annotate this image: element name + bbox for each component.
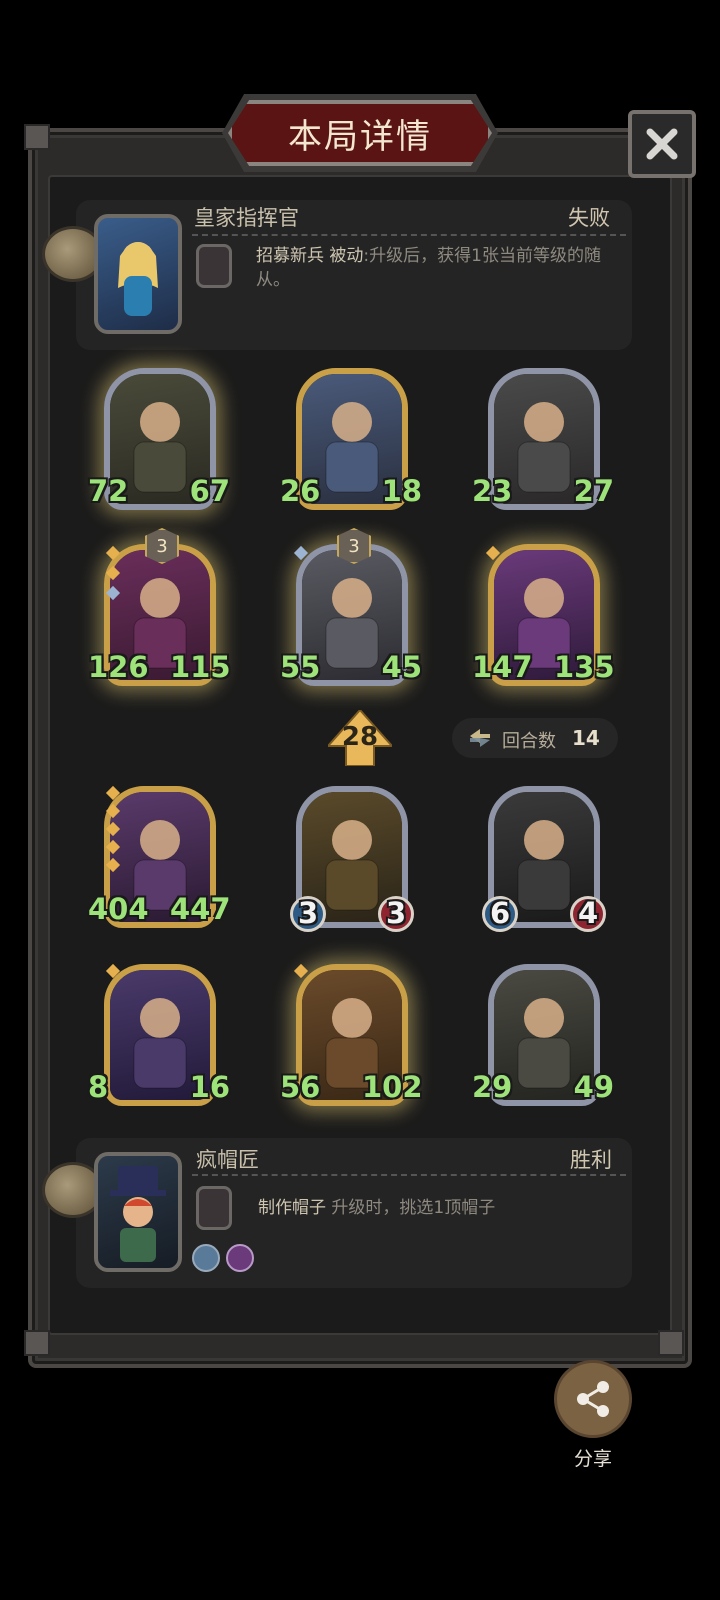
attack-value: 404 <box>88 892 149 926</box>
tier-value: 28 <box>341 722 379 752</box>
health-value: 67 <box>189 474 230 508</box>
health-value: 16 <box>189 1070 230 1104</box>
title-plate: 本局详情 <box>228 100 492 166</box>
health-value: 102 <box>362 1070 423 1104</box>
close-icon <box>646 128 678 160</box>
player-name: 疯帽匠 <box>196 1148 259 1172</box>
health-value: 447 <box>170 892 231 926</box>
share-label: 分享 <box>573 1448 612 1470</box>
frame-corner <box>24 124 50 150</box>
health-value: 4 <box>578 896 599 930</box>
sword-buff-icon[interactable] <box>192 1244 220 1272</box>
attack-value: 26 <box>280 474 321 508</box>
trophy-buff-icon[interactable] <box>226 1244 254 1272</box>
frame-corner <box>658 1330 684 1356</box>
attack-value: 6 <box>490 896 511 930</box>
swap-icon <box>470 729 490 747</box>
attack-value: 3 <box>298 896 319 930</box>
attack-value: 23 <box>472 474 513 508</box>
health-value: 27 <box>573 474 614 508</box>
divider <box>192 234 626 236</box>
player-result: 胜利 <box>570 1148 612 1172</box>
health-value: 3 <box>386 896 407 930</box>
ability-card-icon <box>196 1186 232 1230</box>
share-button[interactable] <box>554 1360 632 1438</box>
ability-card-icon <box>196 244 232 288</box>
page-title: 本局详情 <box>288 116 432 157</box>
health-value: 18 <box>381 474 422 508</box>
attack-value: 55 <box>280 650 321 684</box>
attack-value: 72 <box>88 474 129 508</box>
frame-corner <box>24 1330 50 1356</box>
close-button[interactable] <box>628 110 696 178</box>
turn-value: 14 <box>572 726 600 750</box>
attack-value: 8 <box>88 1070 109 1104</box>
divider <box>192 1174 626 1176</box>
turn-label: 回合数 <box>502 731 556 752</box>
health-value: 135 <box>554 650 615 684</box>
share-icon <box>577 1381 609 1417</box>
attack-value: 29 <box>472 1070 513 1104</box>
opponent-name: 皇家指挥官 <box>194 206 299 230</box>
player-avatar[interactable] <box>94 1152 182 1272</box>
attack-value: 56 <box>280 1070 321 1104</box>
health-value: 115 <box>170 650 231 684</box>
ability-text: 升级时，挑选1顶帽子 <box>331 1198 496 1218</box>
health-value: 45 <box>381 650 422 684</box>
health-value: 49 <box>573 1070 614 1104</box>
attack-value: 126 <box>88 650 149 684</box>
ability-tag: 被动 <box>329 246 364 266</box>
ability-name: 招募新兵 <box>256 246 324 266</box>
opponent-result: 失败 <box>568 206 610 230</box>
opponent-ability: 招募新兵 被动:升级后，获得1张当前等级的随从。 <box>256 244 616 292</box>
opponent-avatar[interactable] <box>94 214 182 334</box>
player-ability: 制作帽子 升级时，挑选1顶帽子 <box>258 1196 618 1220</box>
attack-value: 147 <box>472 650 533 684</box>
ability-name: 制作帽子 <box>258 1198 326 1218</box>
turn-counter: 回合数 14 <box>452 718 618 758</box>
